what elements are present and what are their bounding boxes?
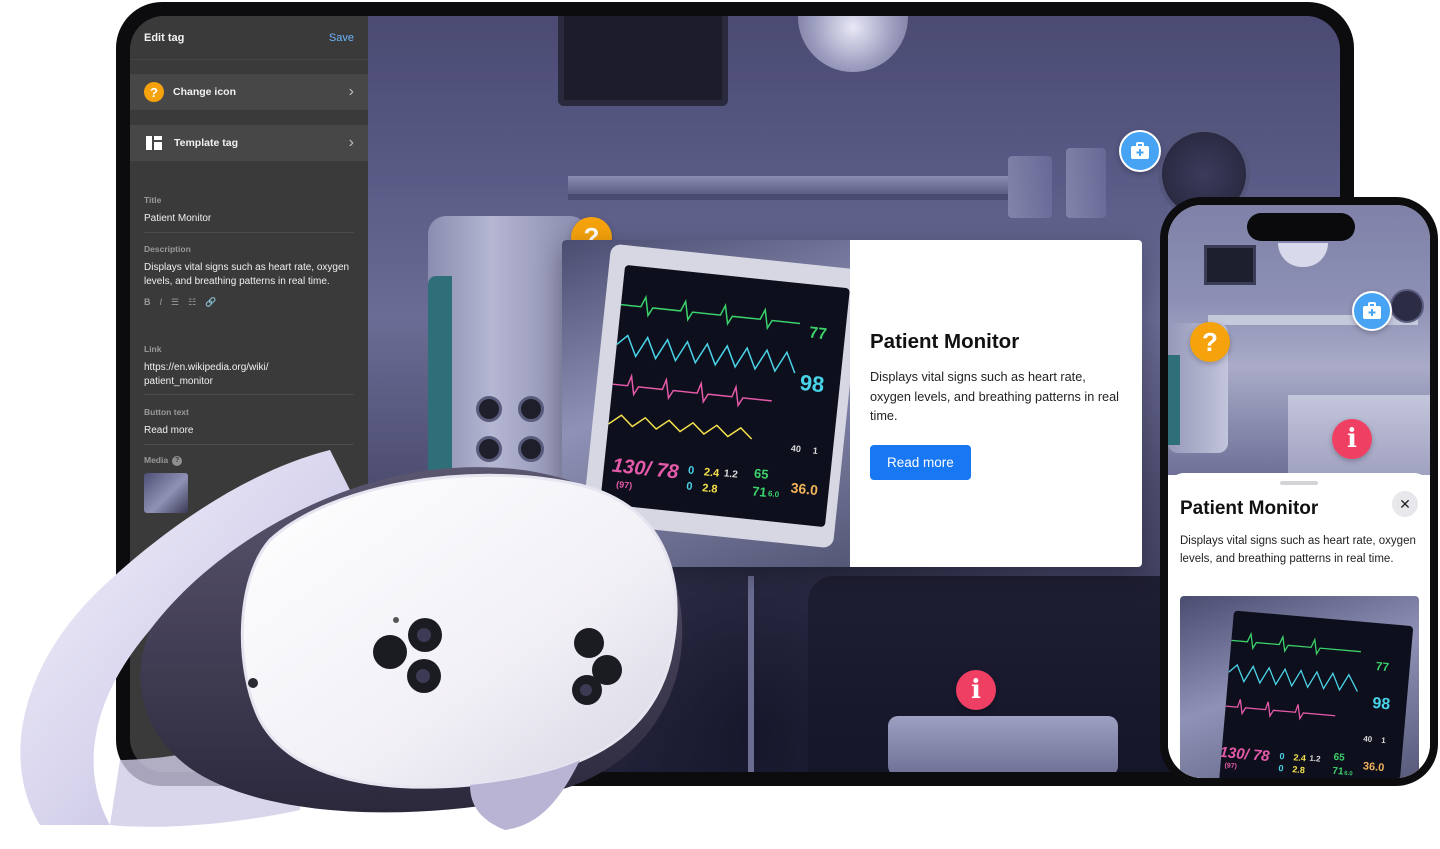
panel-header: Edit tag Save: [130, 16, 368, 60]
small-a-value: 40: [790, 443, 802, 455]
small-b-value: 1: [812, 445, 819, 456]
scene-device-strip: [1168, 355, 1180, 445]
description-field-label: Description: [144, 244, 191, 254]
info-hotspot-icon[interactable]: i: [1332, 419, 1372, 459]
description-field[interactable]: Description Displays vital signs such as…: [144, 244, 354, 308]
hr-value: 77: [1375, 659, 1390, 675]
phone-device: ? i Patient Monitor ✕ Displays vital sig…: [1160, 197, 1438, 786]
sheet-title: Patient Monitor: [1180, 498, 1319, 519]
save-button[interactable]: Save: [329, 32, 354, 44]
medical-kit-icon: [1131, 142, 1149, 159]
question-icon: ?: [144, 82, 164, 102]
italic-icon[interactable]: I: [160, 297, 163, 308]
bottom-sheet: Patient Monitor ✕ Displays vital signs s…: [1168, 473, 1430, 778]
sheet-drag-handle[interactable]: [1280, 481, 1318, 485]
resp-c-value: 2.8: [1291, 764, 1306, 776]
title-field[interactable]: Title Patient Monitor: [144, 195, 354, 233]
change-icon-row[interactable]: ? Change icon ›: [130, 74, 368, 110]
vr-headset-illustration: [20, 450, 683, 830]
popup-title: Patient Monitor: [870, 330, 1020, 353]
template-tag-row[interactable]: Template tag ›: [130, 125, 368, 161]
link-field-value-line1[interactable]: https://en.wikipedia.org/wiki/: [144, 361, 354, 375]
small-b-value: 1: [1380, 735, 1387, 746]
chevron-right-icon: ›: [348, 83, 354, 100]
scene-bed-control-panel: [888, 716, 1118, 772]
scene-ceiling-monitor: [558, 16, 728, 106]
scene-surgical-lamp: [798, 16, 908, 72]
read-more-button[interactable]: Read more: [870, 444, 971, 480]
numbered-list-icon[interactable]: ☷: [188, 297, 196, 308]
bp-mean-value: (97): [1224, 762, 1238, 771]
dynamic-island: [1247, 213, 1355, 241]
rate-decimal-value: 6.0: [767, 489, 780, 500]
resp-b-value: 1.2: [723, 468, 739, 481]
scene-suction-jar: [1008, 156, 1052, 218]
title-field-value[interactable]: Patient Monitor: [144, 212, 354, 226]
spo2-value: 98: [798, 369, 826, 398]
scene-surgical-lamp: [1278, 243, 1328, 267]
rich-text-toolbar: B I ☰ ☷ 🔗: [144, 297, 354, 308]
pulse-value: 65: [753, 465, 770, 482]
rate-decimal-value: 6.0: [1343, 770, 1353, 778]
rate-value: 71: [751, 483, 768, 500]
scene-ceiling-monitor: [1204, 245, 1256, 285]
popup-body: Patient Monitor Displays vital signs suc…: [870, 330, 1120, 480]
bullet-list-icon[interactable]: ☰: [171, 297, 179, 308]
scene-wall-rail: [568, 176, 1008, 194]
divider: [144, 394, 354, 395]
scene-device-knob: [476, 396, 502, 422]
rate-value: 71: [1331, 765, 1344, 778]
description-field-value[interactable]: Displays vital signs such as heart rate,…: [144, 261, 354, 288]
button-text-field-label: Button text: [144, 407, 189, 417]
scene-suction-jar: [1066, 148, 1106, 218]
zero-a-value: 0: [1279, 751, 1285, 762]
link-field-label: Link: [144, 344, 162, 354]
scene-iv-pole: [748, 576, 754, 772]
monitor-screen: 77 98 130/ 78 (97) 0 0 2.4 1.2 2.8 65 71…: [1218, 610, 1414, 778]
template-tag-label: Template tag: [174, 137, 238, 149]
scene-pressure-gauge: [1390, 289, 1424, 323]
bold-icon[interactable]: B: [144, 297, 151, 308]
link-field-value-line2[interactable]: patient_monitor: [144, 375, 354, 389]
resp-a-value: 2.4: [1293, 752, 1307, 764]
spo2-value: 98: [1371, 694, 1391, 714]
sheet-description: Displays vital signs such as heart rate,…: [1180, 535, 1416, 565]
close-icon[interactable]: ✕: [1392, 491, 1418, 517]
temp-value: 36.0: [1362, 760, 1385, 775]
small-a-value: 40: [1362, 734, 1373, 745]
medical-kit-icon: [1363, 302, 1381, 319]
marketing-composite: Edit tag Save ? Change icon › Template t…: [0, 0, 1440, 849]
phone-screen: ? i Patient Monitor ✕ Displays vital sig…: [1168, 205, 1430, 778]
title-field-label: Title: [144, 195, 162, 205]
template-icon: [146, 136, 162, 150]
medical-kit-hotspot-icon[interactable]: [1119, 130, 1161, 172]
temp-value: 36.0: [789, 479, 819, 499]
question-hotspot-icon[interactable]: ?: [1190, 322, 1230, 362]
scene-wall-rail-shadow: [568, 194, 1008, 200]
link-field[interactable]: Link https://en.wikipedia.org/wiki/ pati…: [144, 344, 354, 395]
popup-description: Displays vital signs such as heart rate,…: [870, 370, 1119, 423]
medical-kit-hotspot-icon[interactable]: [1352, 291, 1392, 331]
link-icon[interactable]: 🔗: [205, 297, 216, 308]
divider: [144, 231, 354, 233]
chevron-right-icon: ›: [348, 134, 354, 151]
patient-monitor-image: 77 98 130/ 78 (97) 0 0 2.4 1.2 2.8 65 71…: [1180, 596, 1419, 778]
resp-b-value: 1.2: [1309, 753, 1321, 764]
hr-value: 77: [808, 324, 828, 344]
scene-device-knob: [518, 396, 544, 422]
panel-title: Edit tag: [144, 31, 185, 44]
zero-b-value: 0: [1278, 762, 1284, 774]
pulse-value: 65: [1333, 751, 1346, 764]
change-icon-label: Change icon: [173, 86, 237, 98]
info-hotspot-icon[interactable]: i: [956, 670, 996, 710]
